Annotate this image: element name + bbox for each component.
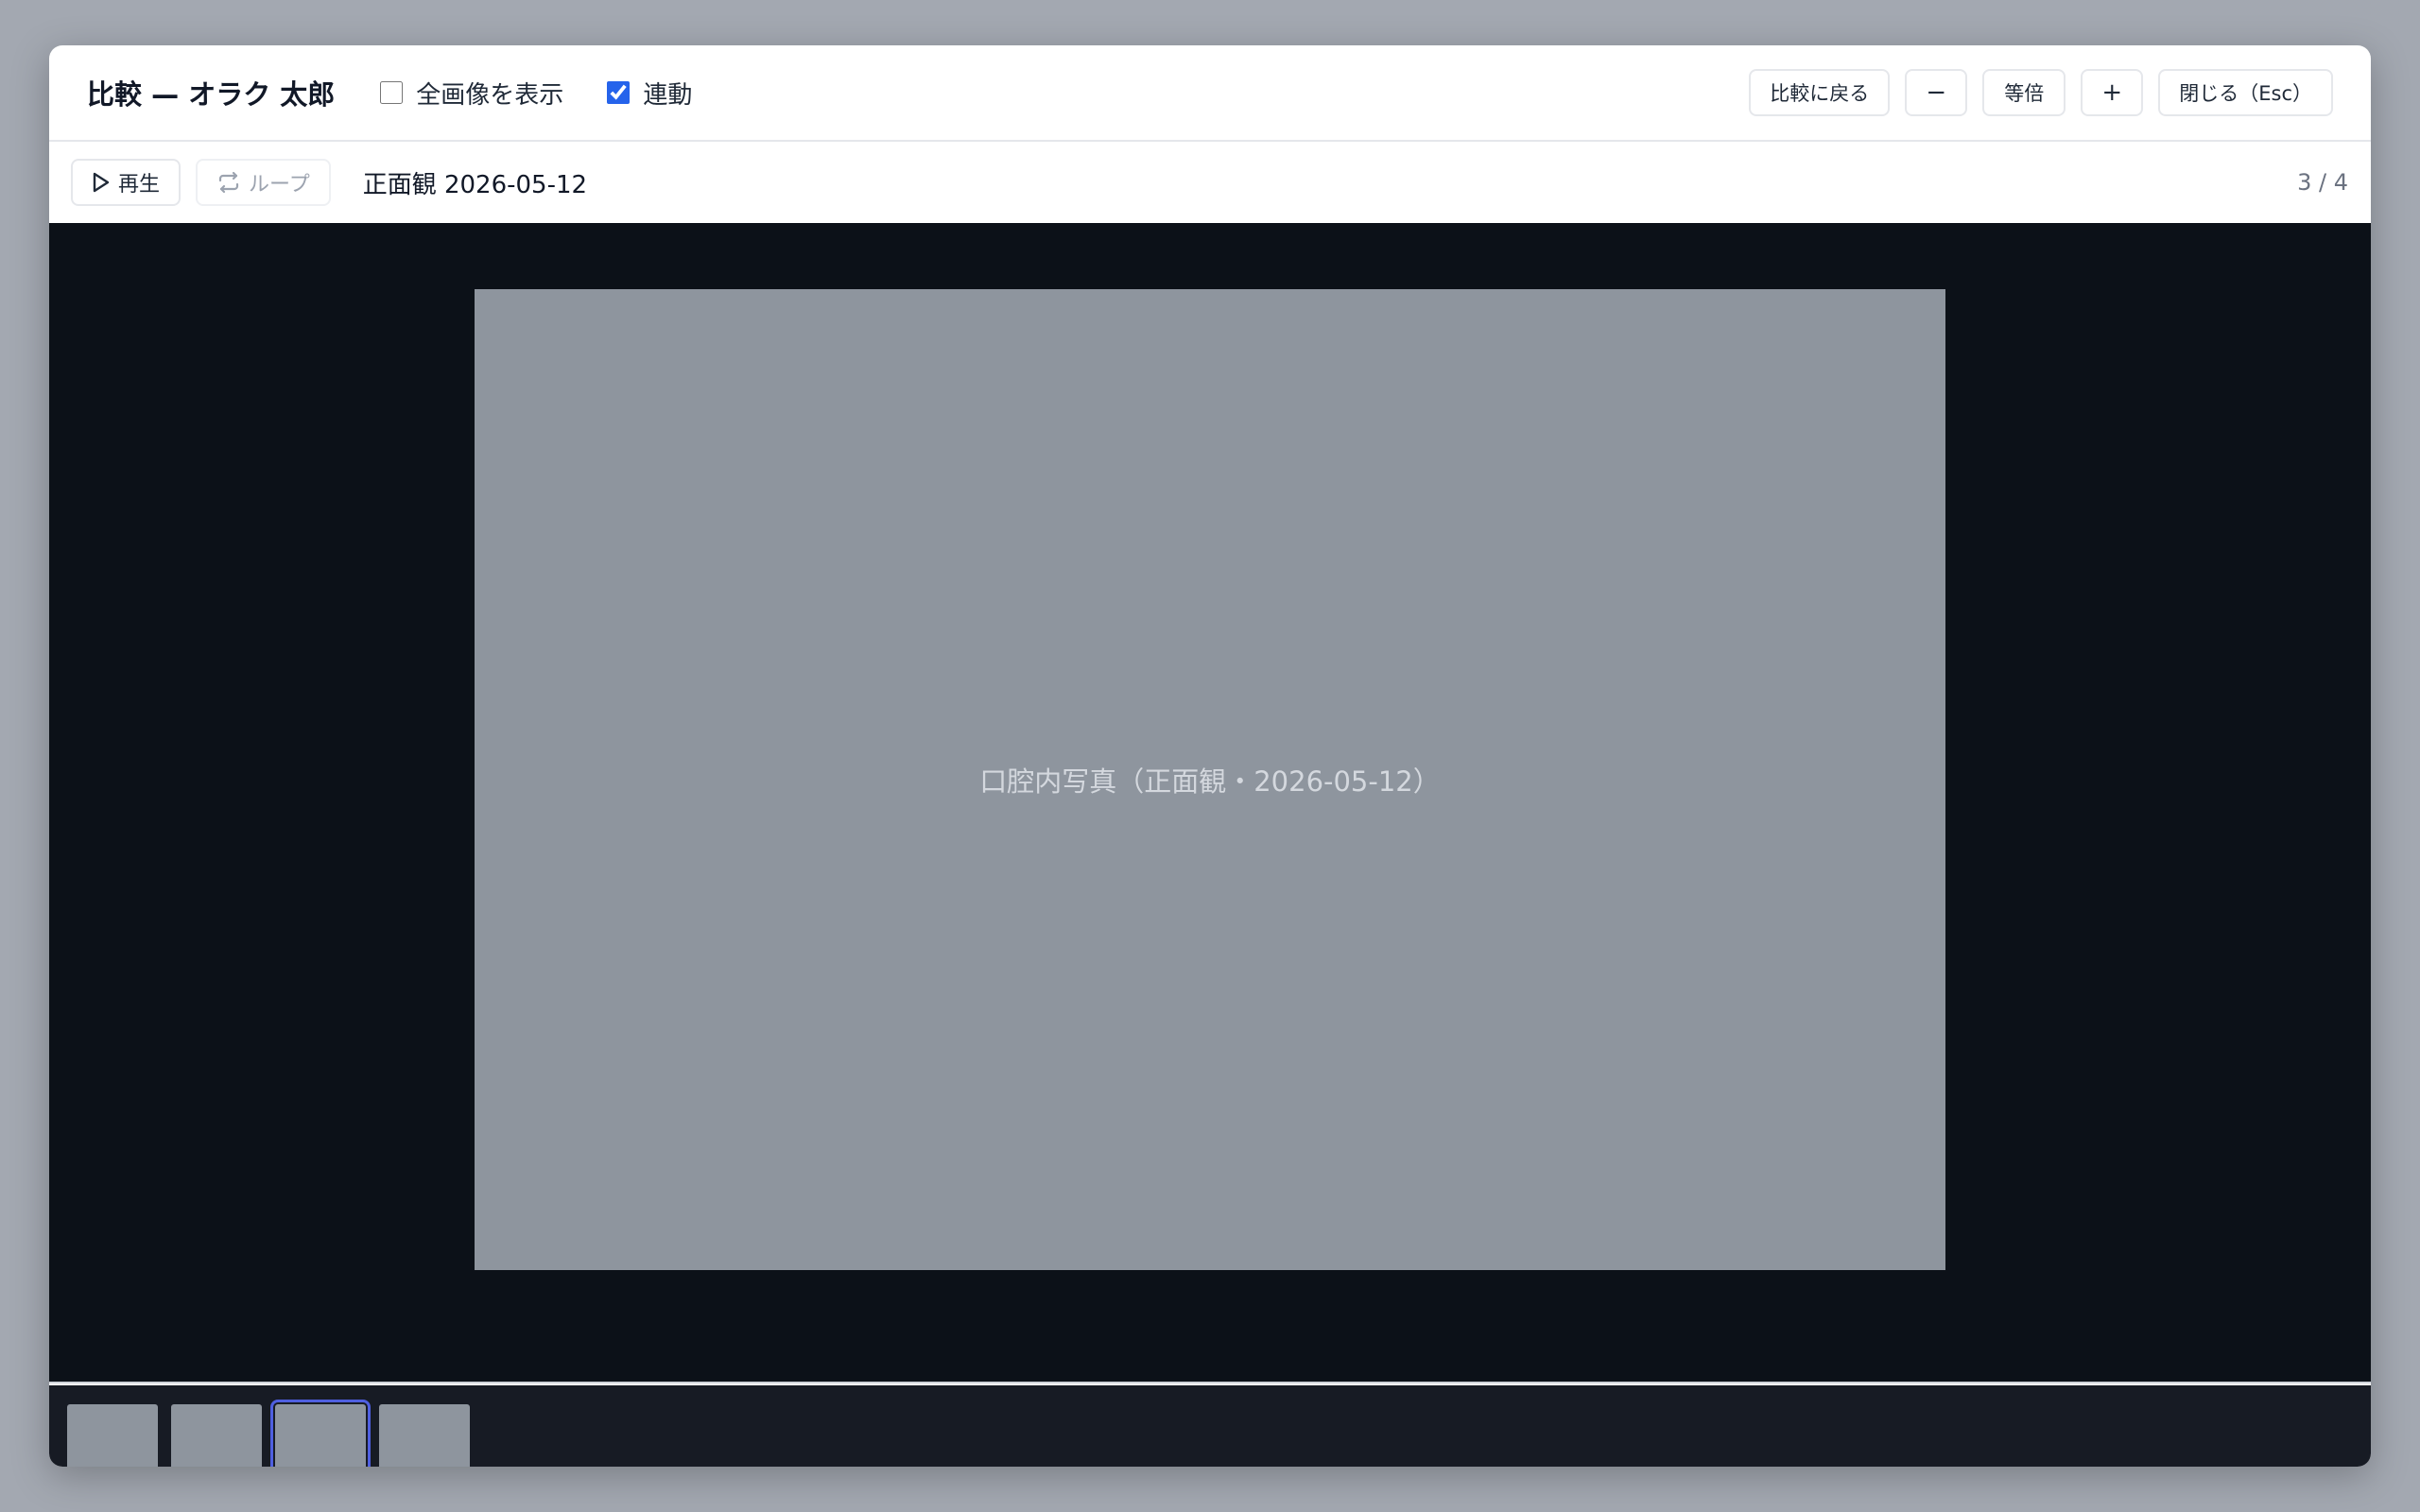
sync-checkbox[interactable]	[607, 81, 631, 104]
show-full-label: 全画像を表示	[416, 80, 564, 110]
loop-button[interactable]: ループ	[196, 159, 331, 206]
thumbnail[interactable]: 2026-03-18	[171, 1404, 262, 1467]
loop-label: ループ	[249, 173, 310, 197]
filmstrip: 2026-02-03 2026-03-18 2026-05-12 2026-06…	[49, 1385, 2371, 1467]
thumbnail-selected[interactable]: 2026-05-12	[270, 1400, 371, 1467]
intraoral-photo[interactable]: 口腔内写真（正面観・2026-05-12）	[475, 289, 1945, 1270]
stage-divider	[49, 1382, 2371, 1383]
zoom-out-button[interactable]: −	[1905, 69, 1968, 116]
thumbnail[interactable]: 2026-06-20	[379, 1404, 470, 1467]
playback-toolbar: 再生 ループ 正面観 2026-05-12 3 / 4	[49, 142, 2371, 223]
current-view-label: 正面観 2026-05-12	[362, 170, 588, 199]
compare-viewer-window: 比較 — オラク 太郎 全画像を表示 連動 比較に戻る − 等倍 + 閉じる（E…	[49, 45, 2371, 1467]
sync-toggle[interactable]: 連動	[607, 76, 692, 111]
close-button[interactable]: 閉じる（Esc）	[2158, 69, 2333, 116]
photo-caption: 口腔内写真（正面観・2026-05-12）	[979, 765, 1441, 798]
play-button[interactable]: 再生	[71, 159, 182, 206]
show-full-toggle[interactable]: 全画像を表示	[380, 76, 563, 111]
play-label: 再生	[118, 173, 161, 197]
sync-label: 連動	[643, 80, 693, 110]
show-full-checkbox[interactable]	[380, 81, 404, 104]
actual-size-button[interactable]: 等倍	[1982, 69, 2066, 116]
zoom-in-button[interactable]: +	[2081, 69, 2144, 116]
viewer-header: 比較 — オラク 太郎 全画像を表示 連動 比較に戻る − 等倍 + 閉じる（E…	[49, 45, 2371, 142]
back-to-compare-button[interactable]: 比較に戻る	[1749, 69, 1891, 116]
header-actions: 比較に戻る − 等倍 + 閉じる（Esc）	[1749, 69, 2333, 116]
image-stage[interactable]: 口腔内写真（正面観・2026-05-12）	[49, 223, 2371, 1383]
thumbnail[interactable]: 2026-02-03	[67, 1404, 158, 1467]
image-counter: 3 / 4	[2297, 169, 2348, 196]
play-icon	[92, 172, 111, 193]
loop-icon	[216, 170, 241, 195]
page-title: 比較 — オラク 太郎	[87, 78, 336, 111]
